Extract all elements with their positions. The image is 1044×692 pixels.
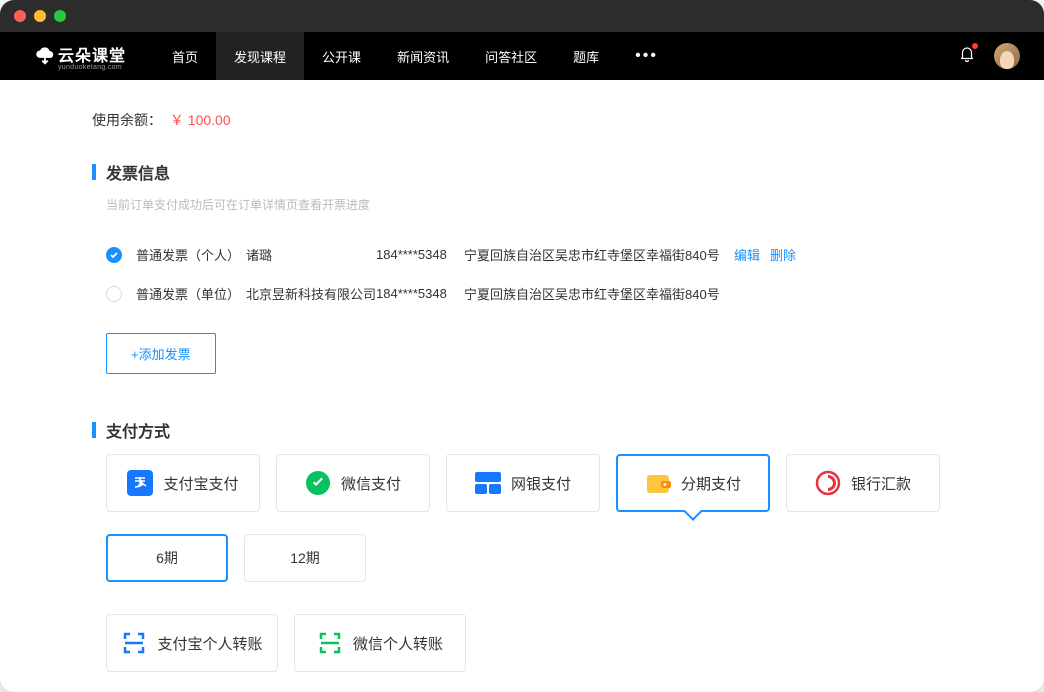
payment-title: 支付方式 — [92, 418, 952, 442]
payment-method-unionpay[interactable]: 网银支付 — [446, 454, 600, 512]
nav-item[interactable]: 新闻资讯 — [379, 32, 467, 80]
transfer-wechat-personal[interactable]: 微信个人转账 — [294, 614, 466, 672]
invoice-section: 发票信息 当前订单支付成功后可在订单详情页查看开票进度 普通发票（个人）诸璐18… — [92, 160, 952, 374]
wechat-icon — [305, 470, 331, 496]
nav-item[interactable]: 发现课程 — [216, 32, 304, 80]
invoice-actions: 编辑删除 — [734, 245, 806, 264]
nav-item[interactable]: 公开课 — [304, 32, 379, 80]
minimize-dot[interactable] — [34, 10, 46, 22]
payment-method-wechat[interactable]: 微信支付 — [276, 454, 430, 512]
brand-name: 云朵课堂 — [58, 48, 126, 65]
balance-amount: ￥ 100.00 — [170, 112, 231, 128]
invoice-phone: 184****5348 — [376, 247, 464, 262]
titlebar — [0, 0, 1044, 32]
payment-label: 银行汇款 — [851, 473, 911, 494]
invoice-type: 普通发票（单位） — [136, 284, 246, 303]
top-nav: 首页发现课程公开课新闻资讯问答社区题库 — [154, 32, 617, 80]
scan-icon — [317, 630, 343, 656]
transfer-alipay-personal[interactable]: 支付宝个人转账 — [106, 614, 278, 672]
invoice-name: 诸璐 — [246, 245, 376, 264]
payment-method-alipay[interactable]: 支付宝支付 — [106, 454, 260, 512]
delete-link[interactable]: 删除 — [770, 248, 796, 263]
notification-bell[interactable] — [958, 45, 976, 68]
balance-label: 使用余额： — [92, 112, 162, 128]
payment-method-installment[interactable]: 分期支付 — [616, 454, 770, 512]
invoice-hint: 当前订单支付成功后可在订单详情页查看开票进度 — [106, 196, 952, 213]
invoice-radio[interactable] — [106, 247, 122, 263]
invoice-row: 普通发票（个人）诸璐184****5348宁夏回族自治区吴忠市红寺堡区幸福街84… — [106, 235, 952, 274]
payment-label: 网银支付 — [511, 473, 571, 494]
nav-more[interactable]: ••• — [617, 47, 676, 65]
bank-icon — [815, 470, 841, 496]
check-icon — [109, 250, 119, 260]
nav-item[interactable]: 问答社区 — [467, 32, 555, 80]
app-window: 云朵课堂 yunduoketang.com 首页发现课程公开课新闻资讯问答社区题… — [0, 0, 1044, 692]
payment-label: 分期支付 — [681, 473, 741, 494]
invoice-title: 发票信息 — [92, 160, 952, 184]
transfer-label: 支付宝个人转账 — [157, 633, 262, 654]
invoice-addr: 宁夏回族自治区吴忠市红寺堡区幸福街840号 — [464, 284, 734, 303]
invoice-row: 普通发票（单位）北京昱新科技有限公司184****5348宁夏回族自治区吴忠市红… — [106, 274, 952, 313]
payment-methods: 支付宝支付 微信支付 网银支付 分期支付 银行汇款 — [106, 454, 952, 512]
invoice-phone: 184****5348 — [376, 286, 464, 301]
payment-label: 支付宝支付 — [163, 473, 238, 494]
notification-dot — [972, 43, 978, 49]
installment-term[interactable]: 6期 — [106, 534, 228, 582]
alipay-icon — [127, 470, 153, 496]
cloud-icon — [34, 45, 56, 67]
personal-transfers: 支付宝个人转账 微信个人转账 — [106, 614, 952, 672]
payment-method-bank[interactable]: 银行汇款 — [786, 454, 940, 512]
wallet-icon — [645, 470, 671, 496]
invoice-radio[interactable] — [106, 286, 122, 302]
transfer-label: 微信个人转账 — [353, 633, 443, 654]
invoice-addr: 宁夏回族自治区吴忠市红寺堡区幸福街840号 — [464, 245, 734, 264]
scan-icon — [121, 630, 147, 656]
nav-item[interactable]: 题库 — [555, 32, 617, 80]
installment-term[interactable]: 12期 — [244, 534, 366, 582]
balance-row: 使用余额： ￥ 100.00 — [92, 80, 952, 160]
brand-sub: yunduoketang.com — [58, 64, 126, 71]
brand-logo[interactable]: 云朵课堂 yunduoketang.com — [34, 42, 126, 71]
unionpay-icon — [475, 470, 501, 496]
invoice-name: 北京昱新科技有限公司 — [246, 284, 376, 303]
nav-item[interactable]: 首页 — [154, 32, 216, 80]
close-dot[interactable] — [14, 10, 26, 22]
maximize-dot[interactable] — [54, 10, 66, 22]
payment-label: 微信支付 — [341, 473, 401, 494]
content: 使用余额： ￥ 100.00 发票信息 当前订单支付成功后可在订单详情页查看开票… — [0, 80, 1044, 692]
edit-link[interactable]: 编辑 — [734, 248, 760, 263]
add-invoice-button[interactable]: +添加发票 — [106, 333, 216, 374]
topbar: 云朵课堂 yunduoketang.com 首页发现课程公开课新闻资讯问答社区题… — [0, 32, 1044, 80]
payment-section: 支付方式 支付宝支付 微信支付 网银支付 分期支付 银行汇款 6期 12期 支付宝个人转账… — [92, 418, 952, 672]
invoice-list: 普通发票（个人）诸璐184****5348宁夏回族自治区吴忠市红寺堡区幸福街84… — [106, 235, 952, 313]
invoice-type: 普通发票（个人） — [136, 245, 246, 264]
installment-terms: 6期 12期 — [106, 534, 952, 582]
avatar[interactable] — [994, 43, 1020, 69]
